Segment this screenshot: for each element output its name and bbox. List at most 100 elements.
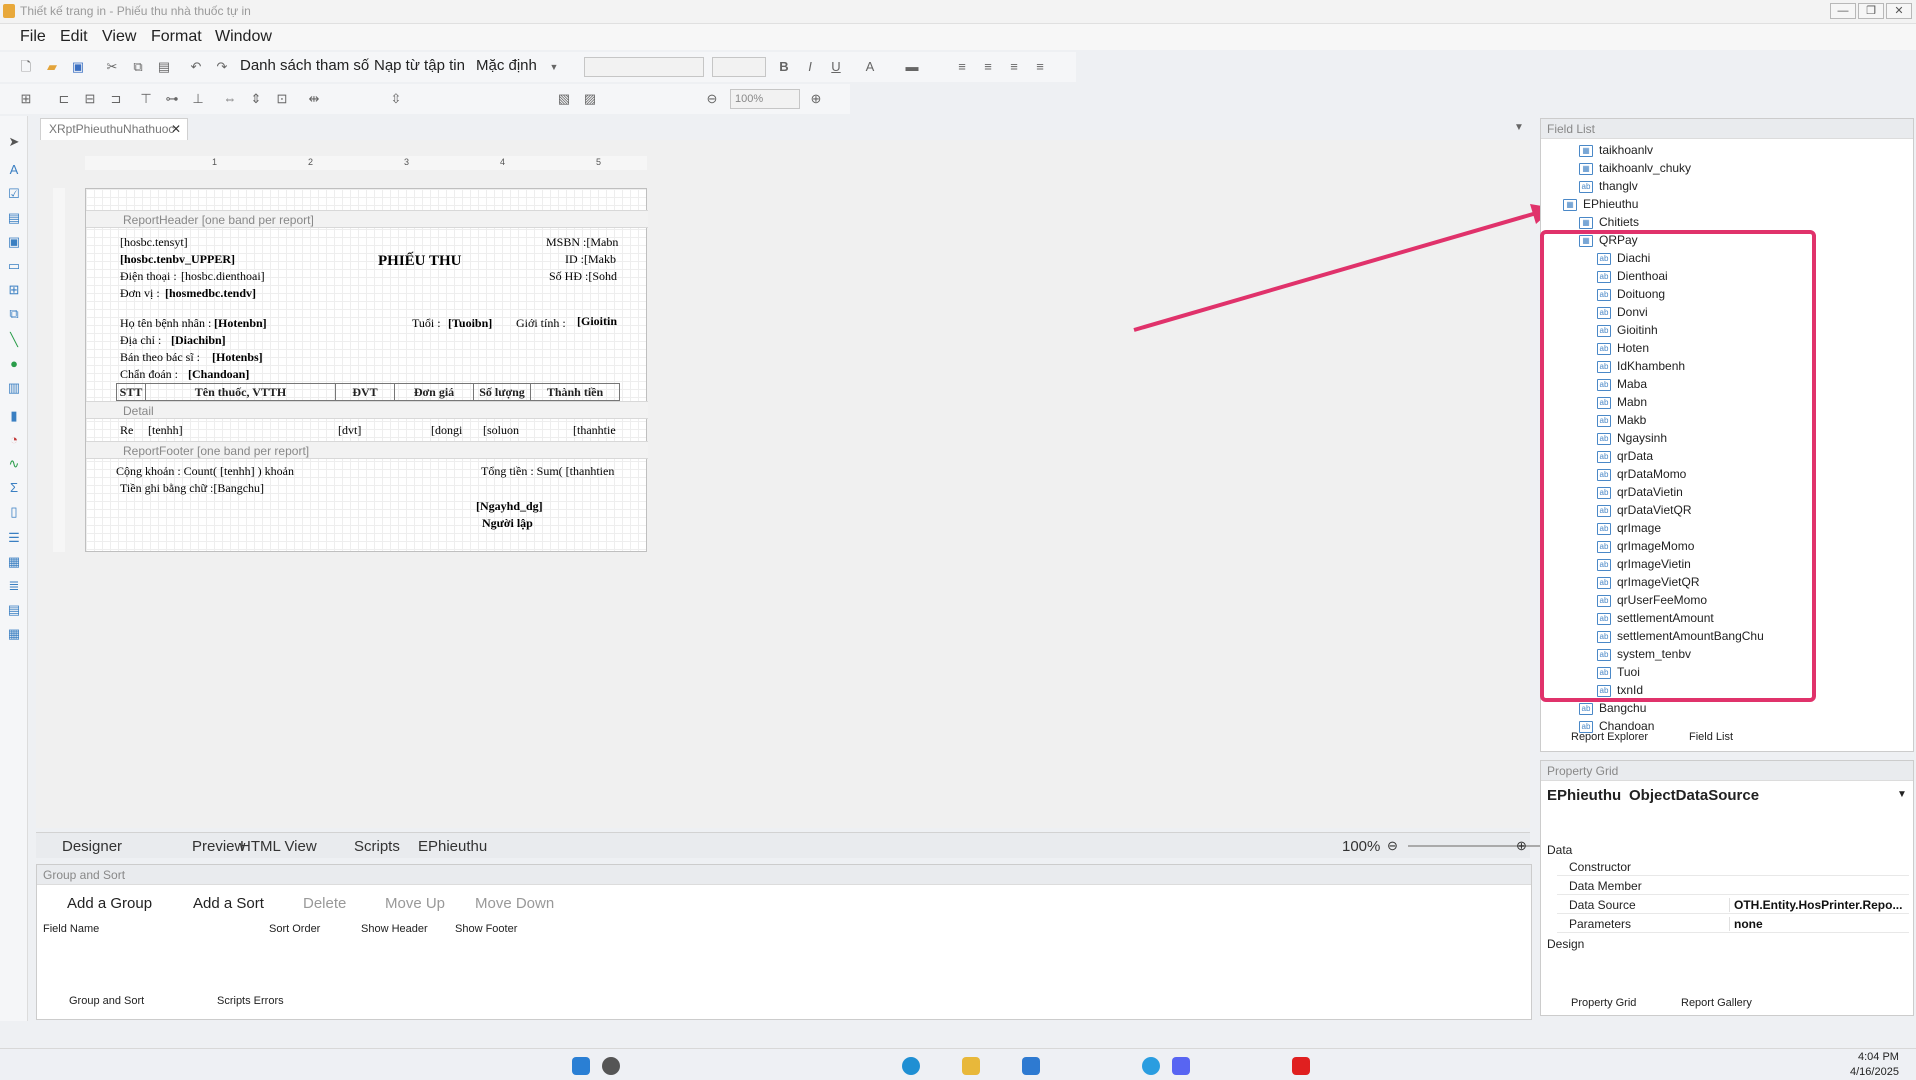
pg-row[interactable]: Constructor	[1557, 857, 1909, 876]
pg-category-design[interactable]: Design	[1547, 937, 1584, 951]
table-tool-icon[interactable]: ⊞	[6, 282, 22, 298]
pagebreak-tool-icon[interactable]: ☰	[6, 530, 22, 546]
field-age[interactable]: [Tuoibn]	[448, 316, 492, 331]
pg-row[interactable]: Parameters none	[1557, 914, 1909, 933]
same-size-icon[interactable]: ⊡	[274, 91, 290, 107]
pg-category-data[interactable]: Data	[1547, 843, 1572, 857]
col-header-name[interactable]: Tên thuốc, VTTH	[145, 383, 336, 401]
save-icon[interactable]: ▣	[70, 59, 86, 75]
tree-item[interactable]: thanglv	[1599, 179, 1638, 193]
zipcode-tool-icon[interactable]: Σ	[6, 480, 22, 496]
align-bottoms-icon[interactable]: ⊥	[190, 91, 206, 107]
cut-icon[interactable]: ✂	[104, 59, 120, 75]
crossband-tool-icon[interactable]: ▦	[6, 554, 22, 570]
tab-report-explorer[interactable]: Report Explorer	[1571, 731, 1648, 743]
pageinfo-tool-icon[interactable]: ▯	[6, 504, 22, 520]
menu-view[interactable]: View	[102, 28, 136, 46]
field-hosbc-tensyt[interactable]: [hosbc.tensyt]	[120, 235, 188, 250]
italic-icon[interactable]: I	[802, 59, 818, 75]
youtube-icon[interactable]	[1292, 1057, 1310, 1075]
back-color-icon[interactable]: ▬	[904, 59, 920, 75]
tab-dropdown-icon[interactable]: ▼	[1514, 122, 1524, 133]
default-button[interactable]: Mặc định	[476, 57, 537, 74]
redo-icon[interactable]: ↷	[214, 59, 230, 75]
footer-words[interactable]: Tiền ghi bằng chữ :[Bangchu]	[120, 481, 264, 496]
underline-icon[interactable]: U	[828, 59, 844, 75]
open-folder-icon[interactable]: ▰	[44, 59, 60, 75]
field-id[interactable]: ID :[Makb	[565, 252, 616, 267]
detail-stt[interactable]: Re	[120, 423, 133, 438]
col-header-qty[interactable]: Số lượng	[473, 383, 531, 401]
detail-thanhtien[interactable]: [thanhtie	[573, 423, 616, 438]
align-rights-icon[interactable]: ⊐	[108, 91, 124, 107]
paste-icon[interactable]: ▤	[156, 59, 172, 75]
shape-tool-icon[interactable]: ●	[6, 356, 22, 372]
footer-sum[interactable]: Tổng tiền : Sum( [thanhtien	[481, 464, 614, 479]
tree-node-chitiets[interactable]: Chitiets	[1599, 215, 1639, 229]
pg-object-dropdown-icon[interactable]: ▼	[1897, 789, 1907, 800]
tab-datasource[interactable]: EPhieuthu	[418, 838, 487, 855]
copy-icon[interactable]: ⧉	[130, 59, 146, 75]
add-sort-button[interactable]: Add a Sort	[193, 895, 264, 912]
params-button[interactable]: Danh sách tham số	[240, 57, 369, 74]
tree-item[interactable]: Bangchu	[1599, 701, 1646, 715]
band-report-footer[interactable]: ReportFooter [one band per report]	[86, 441, 648, 459]
align-right-icon[interactable]: ≡	[1006, 59, 1022, 75]
vscode-icon[interactable]	[1022, 1057, 1040, 1075]
align-lefts-icon[interactable]: ⊏	[56, 91, 72, 107]
maximize-button[interactable]: ❐	[1858, 3, 1884, 19]
tab-html-view[interactable]: HTML View	[240, 838, 317, 855]
menu-file[interactable]: File	[20, 28, 46, 46]
zoom-in-icon[interactable]: ⊕	[808, 91, 824, 107]
tree-node-root[interactable]: EPhieuthu	[1583, 197, 1638, 211]
field-sohd[interactable]: Số HĐ :[Sohd	[549, 269, 617, 284]
same-height-icon[interactable]: ⇕	[248, 91, 264, 107]
field-address[interactable]: [Diachibn]	[171, 333, 226, 348]
move-up-button[interactable]: Move Up	[385, 895, 445, 912]
col-header-unit[interactable]: ĐVT	[335, 383, 395, 401]
panel-tool-icon[interactable]: ▭	[6, 258, 22, 274]
pg-row[interactable]: Data Source OTH.Entity.HosPrinter.Repo...	[1557, 895, 1909, 914]
chart-tool-icon[interactable]: ▮	[6, 408, 22, 424]
richtext-tool-icon[interactable]: ▤	[6, 210, 22, 226]
col-header-stt[interactable]: STT	[116, 383, 146, 401]
checkbox-tool-icon[interactable]: ☑	[6, 186, 22, 202]
field-phone[interactable]: [hosbc.dienthoai]	[181, 269, 265, 284]
undo-icon[interactable]: ↶	[188, 59, 204, 75]
detail-soluong[interactable]: [soluon	[483, 423, 519, 438]
tab-property-grid[interactable]: Property Grid	[1571, 997, 1636, 1009]
detail-dongia[interactable]: [dongi	[431, 423, 462, 438]
sparkline-tool-icon[interactable]: ∿	[6, 456, 22, 472]
same-width-icon[interactable]: ⇔	[222, 91, 238, 107]
add-group-button[interactable]: Add a Group	[67, 895, 152, 912]
field-diagnosis[interactable]: [Chandoan]	[188, 367, 249, 382]
tab-report-gallery[interactable]: Report Gallery	[1681, 997, 1752, 1009]
zoom-out-icon[interactable]: ⊖	[704, 91, 720, 107]
explorer-icon[interactable]	[962, 1057, 980, 1075]
menu-window[interactable]: Window	[215, 28, 272, 46]
align-tops-icon[interactable]: ⊤	[138, 91, 154, 107]
footer-date[interactable]: [Ngayhd_dg]	[476, 499, 543, 514]
detail-dvt[interactable]: [dvt]	[338, 423, 361, 438]
load-file-button[interactable]: Nạp từ tập tin	[374, 57, 465, 74]
align-center-icon[interactable]: ≡	[980, 59, 996, 75]
zoom-out-button[interactable]: ⊖	[1387, 838, 1398, 854]
zoom-combo[interactable]: 100%	[730, 89, 800, 109]
align-middles-icon[interactable]: ⊶	[164, 91, 180, 107]
font-size-combo[interactable]	[712, 57, 766, 77]
tab-designer[interactable]: Designer	[62, 838, 122, 855]
col-header-total[interactable]: Thành tiền	[530, 383, 620, 401]
edge-icon[interactable]	[902, 1057, 920, 1075]
font-color-icon[interactable]: A	[862, 59, 878, 75]
search-icon[interactable]	[602, 1057, 620, 1075]
field-msbn[interactable]: MSBN :[Mabn	[546, 235, 618, 250]
line-tool-icon[interactable]: ╲	[6, 332, 22, 348]
zoom-slider[interactable]	[1408, 845, 1548, 847]
toc-tool-icon[interactable]: ≣	[6, 578, 22, 594]
field-unit[interactable]: [hosmedbc.tendv]	[165, 286, 256, 301]
band-detail[interactable]: Detail	[86, 401, 648, 419]
footer-signer[interactable]: Người lập	[482, 516, 533, 531]
align-grid-icon[interactable]: ⊞	[18, 91, 34, 107]
report-title[interactable]: PHIẾU THU	[378, 253, 462, 270]
pivot-tool-icon[interactable]: ▦	[6, 626, 22, 642]
